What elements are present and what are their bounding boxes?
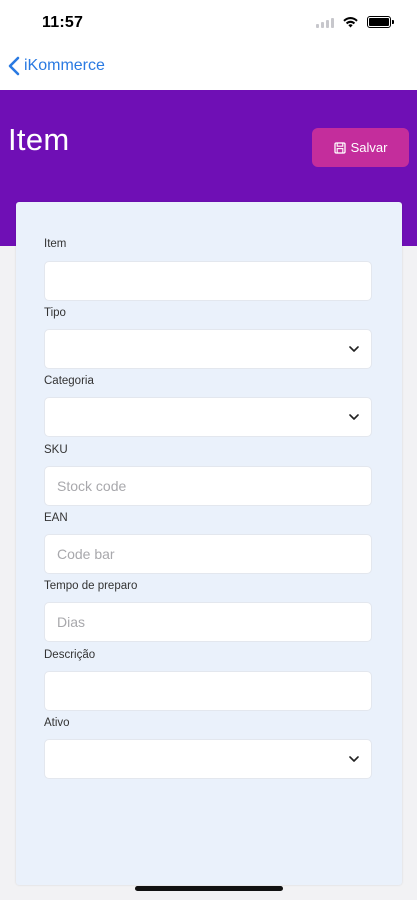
- active-select[interactable]: [44, 739, 372, 779]
- home-indicator[interactable]: [135, 886, 283, 891]
- categoria-select[interactable]: [44, 397, 372, 437]
- chevron-down-icon: [349, 346, 359, 352]
- preparation-time-placeholder: Dias: [57, 614, 86, 630]
- cellular-signal-icon: [316, 16, 334, 28]
- tipo-label: Tipo: [44, 307, 66, 319]
- ean-placeholder: Code bar: [57, 546, 115, 562]
- sku-placeholder: Stock code: [57, 478, 127, 494]
- categoria-label: Categoria: [44, 375, 94, 387]
- ean-input[interactable]: Code bar: [44, 534, 372, 574]
- back-label: iKommerce: [24, 57, 105, 74]
- battery-icon: [367, 16, 394, 28]
- page-title: Item: [8, 122, 70, 157]
- description-label: Descrição: [44, 649, 96, 661]
- active-label: Ativo: [44, 717, 70, 729]
- save-button-label: Salvar: [350, 140, 388, 155]
- status-icons: [316, 16, 394, 28]
- item-input[interactable]: [44, 261, 372, 301]
- wifi-icon: [343, 17, 358, 28]
- chevron-down-icon: [349, 756, 359, 762]
- chevron-left-icon: [8, 56, 20, 76]
- save-button[interactable]: Salvar: [312, 128, 409, 167]
- sku-label: SKU: [44, 444, 68, 456]
- tipo-select[interactable]: [44, 329, 372, 369]
- status-time: 11:57: [42, 14, 84, 31]
- ean-label: EAN: [44, 512, 68, 524]
- navigation-bar: iKommerce: [0, 46, 417, 90]
- description-input[interactable]: [44, 671, 372, 711]
- item-form: Item Tipo Categoria SKU Stock code EAN C…: [16, 202, 402, 885]
- preparation-time-input[interactable]: Dias: [44, 602, 372, 642]
- screen: 11:57 iKommerce Item Salvar Item Tipo Ca…: [0, 0, 417, 900]
- save-icon: [333, 141, 346, 154]
- status-bar: 11:57: [0, 0, 417, 46]
- preparation-time-label: Tempo de preparo: [44, 580, 138, 592]
- sku-input[interactable]: Stock code: [44, 466, 372, 506]
- item-label: Item: [44, 238, 67, 250]
- chevron-down-icon: [349, 414, 359, 420]
- back-button[interactable]: iKommerce: [8, 56, 105, 76]
